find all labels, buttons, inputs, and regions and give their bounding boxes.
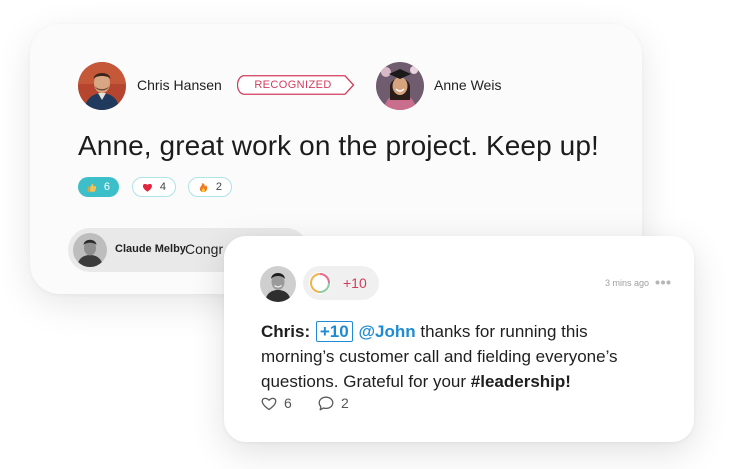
- sender-avatar[interactable]: [78, 62, 126, 110]
- reaction-count: 2: [215, 181, 222, 193]
- points-tag: +10: [315, 321, 353, 342]
- points-value: +10: [343, 275, 367, 291]
- recognition-post-card: +10 3 mins ago Chris: +10 @John thanks f…: [224, 236, 694, 442]
- like-button[interactable]: 6: [261, 395, 292, 411]
- reaction-thumbs-up[interactable]: 6: [78, 177, 119, 197]
- hashtag-link[interactable]: #leadership!: [471, 372, 571, 391]
- commenter-avatar: [73, 233, 107, 267]
- reaction-fire[interactable]: 2: [188, 177, 232, 197]
- sender-name[interactable]: Chris Hansen: [137, 77, 222, 93]
- more-options-icon[interactable]: [655, 280, 671, 285]
- recognized-badge: RECOGNIZED: [237, 75, 355, 95]
- comment-author: Claude Melby: [115, 243, 186, 255]
- author-avatar[interactable]: [260, 266, 296, 302]
- points-badge: +10: [303, 266, 379, 300]
- comment-count: 2: [341, 395, 349, 411]
- post-author[interactable]: Chris:: [261, 322, 310, 341]
- recipient-avatar[interactable]: [376, 62, 424, 110]
- like-count: 6: [284, 395, 292, 411]
- comment-button[interactable]: 2: [318, 395, 349, 411]
- coin-icon: [309, 272, 331, 294]
- post-timestamp: 3 mins ago: [605, 278, 650, 288]
- reaction-count: 4: [159, 181, 166, 193]
- recipient-name[interactable]: Anne Weis: [434, 77, 501, 93]
- recognition-message: Anne, great work on the project. Keep up…: [78, 130, 599, 161]
- thumbs-up-icon: [87, 183, 97, 192]
- post-message: Chris: +10 @John thanks for running this…: [261, 319, 661, 394]
- reaction-heart[interactable]: 4: [132, 177, 176, 197]
- mention-link[interactable]: @John: [358, 322, 415, 341]
- recognized-label: RECOGNIZED: [254, 79, 332, 91]
- fire-icon: [199, 182, 208, 192]
- comment-text: Congr: [185, 241, 224, 257]
- heart-outline-icon: [261, 397, 277, 410]
- heart-icon: [142, 183, 152, 192]
- reaction-count: 6: [103, 181, 110, 193]
- comment-icon: [318, 396, 334, 410]
